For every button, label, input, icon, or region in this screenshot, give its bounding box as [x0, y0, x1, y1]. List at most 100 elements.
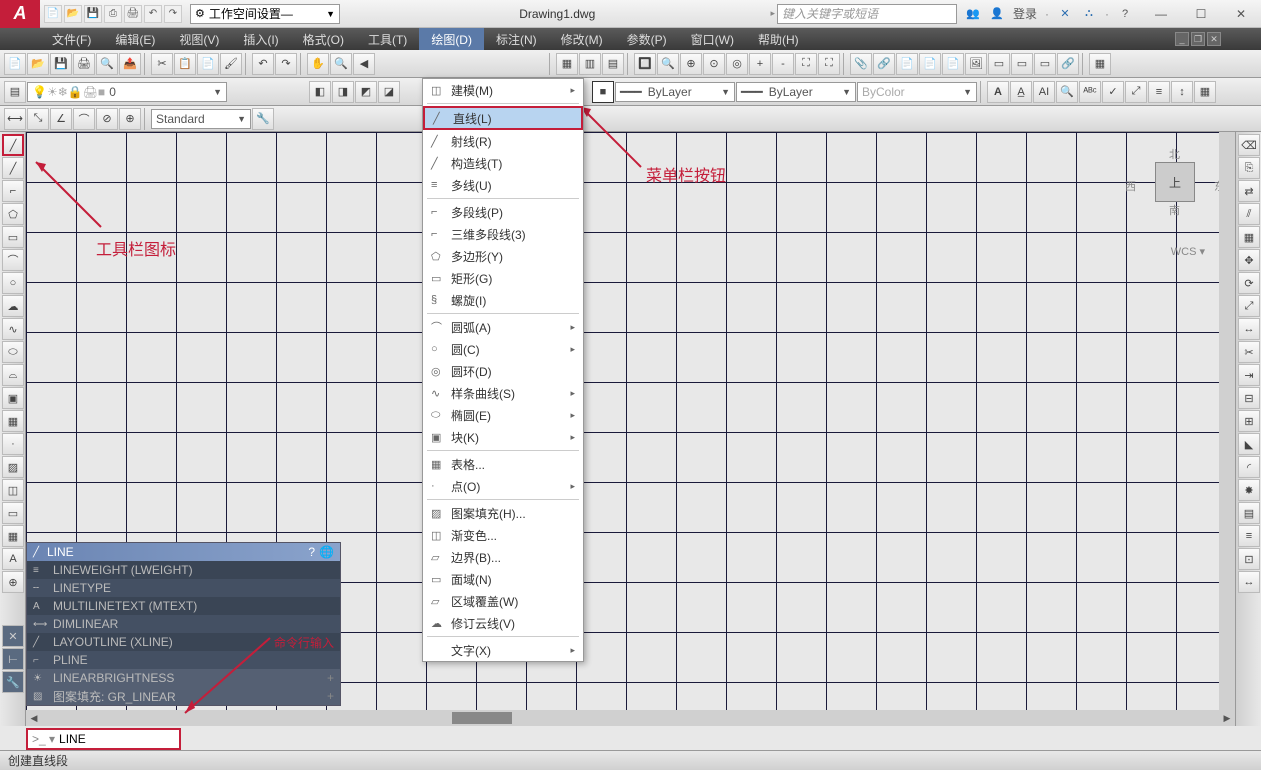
dm-gradient[interactable]: ◫渐变色... [423, 524, 583, 546]
tb-publish-icon[interactable]: 📤 [119, 53, 141, 75]
scroll-left-icon[interactable]: ◀ [26, 710, 42, 726]
draw-revcloud-icon[interactable]: ☁ [2, 295, 24, 317]
tb-zoomout-icon[interactable]: - [772, 53, 794, 75]
viewcube[interactable]: 北 南 西 东 上 [1135, 152, 1215, 232]
qat-new-icon[interactable]: 📄 [44, 5, 62, 23]
scrollbar-horizontal[interactable]: ◀ ▶ [26, 710, 1235, 726]
dm-revcloud[interactable]: ☁修订云线(V) [423, 612, 583, 634]
tb-zoomprev-icon[interactable]: ◀ [353, 53, 375, 75]
mod-mirror-icon[interactable]: ⇄ [1238, 180, 1260, 202]
tb-dimali-icon[interactable]: ⤡ [27, 108, 49, 130]
menu-modify[interactable]: 修改(M) [549, 28, 615, 50]
ac-item[interactable]: ⌐PLINE [27, 651, 340, 669]
tb-misc-icon[interactable]: ▦ [1089, 53, 1111, 75]
tb-preview-icon[interactable]: 🔍 [96, 53, 118, 75]
tb-zoom-icon[interactable]: 🔍 [330, 53, 352, 75]
draw-addsel-icon[interactable]: ⊕ [2, 571, 24, 593]
tb-dimlin-icon[interactable]: ⟷ [4, 108, 26, 130]
ac-item[interactable]: ≡LINEWEIGHT (LWEIGHT) [27, 561, 340, 579]
mod-trim-icon[interactable]: ✂ [1238, 341, 1260, 363]
qat-open-icon[interactable]: 📂 [64, 5, 82, 23]
ac-item[interactable]: ▨图案填充: GR_LINEAR+ [27, 687, 340, 705]
tb-hyperlink-icon[interactable]: 🔗 [1057, 53, 1079, 75]
tb-dwf-icon[interactable]: 📄 [896, 53, 918, 75]
tb-dimrad-icon[interactable]: ⊘ [96, 108, 118, 130]
dm-pline[interactable]: ⌐多段线(P) [423, 201, 583, 223]
draw-mtext-icon[interactable]: A [2, 548, 24, 570]
tb-undo-icon[interactable]: ↶ [252, 53, 274, 75]
ac-item[interactable]: AMULTILINETEXT (MTEXT) [27, 597, 340, 615]
tb-zoomobj-icon[interactable]: ◎ [726, 53, 748, 75]
ac-item[interactable]: ╱LAYOUTLINE (XLINE) 命令行输入 [27, 633, 340, 651]
menu-parametric[interactable]: 参数(P) [615, 28, 679, 50]
globe-icon[interactable]: 🌐 [319, 545, 334, 559]
dm-table[interactable]: ▦表格... [423, 453, 583, 475]
dm-xline[interactable]: ╱构造线(T) [423, 152, 583, 174]
scroll-thumb[interactable] [452, 712, 512, 724]
tb-layuniso-icon[interactable]: ◨ [332, 81, 354, 103]
mod-extend-icon[interactable]: ⇥ [1238, 364, 1260, 386]
workspace-combo[interactable]: ⚙ 工作空间设置— ▼ [190, 4, 340, 24]
menu-view[interactable]: 视图(V) [167, 28, 231, 50]
tb-laymcur-icon[interactable]: ◩ [355, 81, 377, 103]
maximize-button[interactable]: ☐ [1181, 2, 1221, 26]
palette-menu-icon[interactable]: 🔧 [2, 671, 24, 693]
tb-cut-icon[interactable]: ✂ [151, 53, 173, 75]
login-link[interactable]: 登录 [1013, 5, 1037, 22]
tb-text-icon[interactable]: A [987, 81, 1009, 103]
tb-zoomin-icon[interactable]: + [749, 53, 771, 75]
tb-layiso-icon[interactable]: ◧ [309, 81, 331, 103]
tb-bg-icon[interactable]: ▦ [1194, 81, 1216, 103]
draw-xline-icon[interactable]: ╱ [2, 157, 24, 179]
draw-ellipsearc-icon[interactable]: ⌓ [2, 364, 24, 386]
tb-save-icon[interactable]: 💾 [50, 53, 72, 75]
dm-line[interactable]: ╱直线(L) [423, 106, 583, 130]
mod-draworder-icon[interactable]: ▤ [1238, 502, 1260, 524]
tb-print-icon[interactable]: 🖨 [73, 53, 95, 75]
dm-point[interactable]: ·点(O) [423, 475, 583, 497]
tb-paste-icon[interactable]: 📄 [197, 53, 219, 75]
tb-mtext-icon[interactable]: A̲ [1010, 81, 1032, 103]
qat-saveas-icon[interactable]: ⎙ [104, 5, 122, 23]
mod-array-icon[interactable]: ▦ [1238, 226, 1260, 248]
lineweight-combo[interactable]: ━━━ByLayer▼ [736, 82, 856, 102]
mod-copy-icon[interactable]: ⎘ [1238, 157, 1260, 179]
draw-rect-icon[interactable]: ▭ [2, 226, 24, 248]
tb-zoomscale-icon[interactable]: ⊕ [680, 53, 702, 75]
help-icon[interactable]: ? [1117, 6, 1133, 22]
app-logo[interactable] [0, 0, 40, 28]
ac-item[interactable]: ☀LINEARBRIGHTNESS+ [27, 669, 340, 687]
palette-close-icon[interactable]: ✕ [2, 625, 24, 647]
draw-point-icon[interactable]: · [2, 433, 24, 455]
draw-ellipse-icon[interactable]: ⬭ [2, 341, 24, 363]
dm-mline[interactable]: ≡多线(U) [423, 174, 583, 196]
tb-zoomwin-icon[interactable]: 🔲 [634, 53, 656, 75]
menu-help[interactable]: 帮助(H) [746, 28, 811, 50]
tb-space-icon[interactable]: ↕ [1171, 81, 1193, 103]
dm-ray[interactable]: ╱射线(R) [423, 130, 583, 152]
mod-scale-icon[interactable]: ⤢ [1238, 295, 1260, 317]
tb-laywalk-icon[interactable]: ◪ [378, 81, 400, 103]
draw-pline-icon[interactable]: ⌐ [2, 180, 24, 202]
draw-insert-icon[interactable]: ▣ [2, 387, 24, 409]
layer-combo[interactable]: 💡☀❄🔒🖨■ 0 ▼ [27, 82, 227, 102]
close-button[interactable]: ✕ [1221, 2, 1261, 26]
exchange-icon[interactable]: ✕ [1057, 6, 1073, 22]
tb-zoomall-icon[interactable]: ⛶ [795, 53, 817, 75]
dm-block[interactable]: ▣块(K) [423, 426, 583, 448]
scroll-right-icon[interactable]: ▶ [1219, 710, 1235, 726]
tb-spell-icon[interactable]: ᴬᴮᶜ [1079, 81, 1101, 103]
tb-new-icon[interactable]: 📄 [4, 53, 26, 75]
tb-dimang-icon[interactable]: ∠ [50, 108, 72, 130]
menu-dimension[interactable]: 标注(N) [484, 28, 549, 50]
palette-pin-icon[interactable]: ⊢ [2, 648, 24, 670]
draw-polygon-icon[interactable]: ⬠ [2, 203, 24, 225]
draw-spline-icon[interactable]: ∿ [2, 318, 24, 340]
tb-insert-icon[interactable]: 📎 [850, 53, 872, 75]
draw-circle-icon[interactable]: ○ [2, 272, 24, 294]
tb-copy-icon[interactable]: 📋 [174, 53, 196, 75]
tb-tp-icon[interactable]: ▤ [602, 53, 624, 75]
ac-item[interactable]: ⟷DIMLINEAR [27, 615, 340, 633]
dm-wipeout[interactable]: ▱区域覆盖(W) [423, 590, 583, 612]
dm-arc[interactable]: ⌒圆弧(A) [423, 316, 583, 338]
